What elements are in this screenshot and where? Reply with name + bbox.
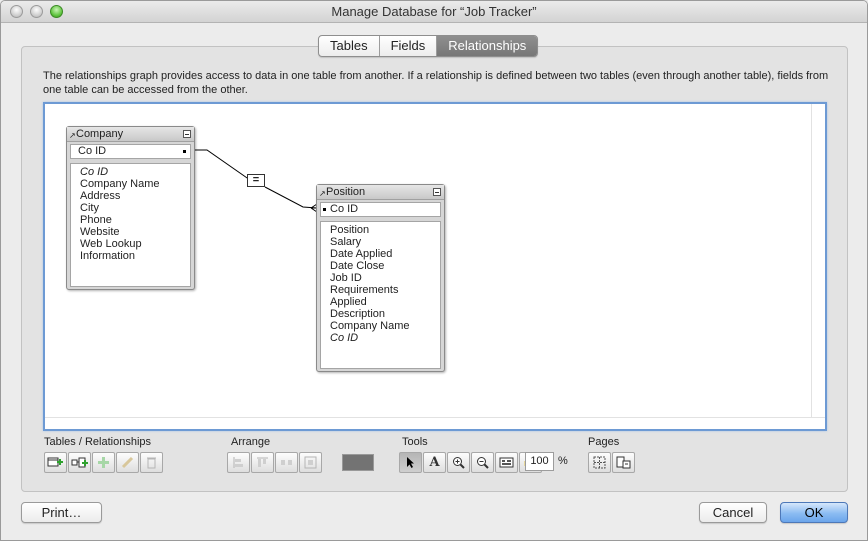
tables-relationships-label: Tables / Relationships xyxy=(44,436,152,448)
table-header[interactable]: ↗ Company xyxy=(67,127,194,142)
zoom-in-button[interactable] xyxy=(447,452,470,473)
field-item[interactable]: Co ID xyxy=(330,332,440,344)
relationships-description: The relationships graph provides access … xyxy=(43,70,829,96)
page-view-button[interactable] xyxy=(495,452,518,473)
zoom-percent-label: % xyxy=(558,455,568,467)
field-item[interactable]: City xyxy=(80,202,190,214)
field-item[interactable]: Position xyxy=(330,224,440,236)
page-setup-button[interactable] xyxy=(612,452,635,473)
tab-bar: Tables Fields Relationships xyxy=(318,35,539,57)
field-item[interactable]: Applied xyxy=(330,296,440,308)
distribute-icon xyxy=(281,460,292,465)
field-list[interactable]: Position Salary Date Applied Date Close … xyxy=(320,221,441,369)
page-setup-icon xyxy=(616,456,631,469)
field-item[interactable]: Description xyxy=(330,308,440,320)
arrange-label: Arrange xyxy=(231,436,271,448)
tools-label: Tools xyxy=(402,436,428,448)
arrow-icon: ↗ xyxy=(319,189,326,198)
table-header[interactable]: ↗ Position xyxy=(317,185,444,200)
field-item[interactable]: Phone xyxy=(80,214,190,226)
tab-relationships[interactable]: Relationships xyxy=(437,36,538,56)
field-item[interactable]: Job ID xyxy=(330,272,440,284)
duplicate-button[interactable] xyxy=(92,452,115,473)
table-occurrence-company[interactable]: ↗ Company Co ID Co ID Company Name Addre… xyxy=(66,126,195,290)
page-grid-button[interactable] xyxy=(588,452,611,473)
field-item[interactable]: Salary xyxy=(330,236,440,248)
print-button[interactable]: Print… xyxy=(21,502,102,523)
field-item[interactable]: Company Name xyxy=(80,178,190,190)
manage-database-window: Manage Database for “Job Tracker” Tables… xyxy=(0,0,868,541)
key-field-label: Co ID xyxy=(330,203,359,215)
distribute-button[interactable] xyxy=(275,452,298,473)
zoom-out-icon xyxy=(477,457,489,469)
pencil-icon xyxy=(121,456,134,469)
tab-tables[interactable]: Tables xyxy=(319,36,380,56)
edit-button[interactable] xyxy=(116,452,139,473)
zoom-out-button[interactable] xyxy=(471,452,494,473)
pages-toolbar xyxy=(588,452,635,473)
equals-operator: = xyxy=(252,174,260,186)
key-field-row[interactable]: Co ID xyxy=(320,202,441,217)
field-item[interactable]: Address xyxy=(80,190,190,202)
relationship-line-position xyxy=(264,186,318,209)
field-item[interactable]: Date Close xyxy=(330,260,440,272)
field-item[interactable]: Information xyxy=(80,250,190,262)
tools-toolbar: A xyxy=(399,452,542,473)
align-left-icon xyxy=(233,457,243,468)
ok-button[interactable]: OK xyxy=(780,502,848,523)
table-name: Position xyxy=(326,186,366,198)
add-table-icon xyxy=(47,457,63,467)
field-item[interactable]: Co ID xyxy=(80,166,190,178)
field-item[interactable]: Requirements xyxy=(330,284,440,296)
field-list[interactable]: Co ID Company Name Address City Phone We… xyxy=(70,163,191,287)
pointer-icon xyxy=(407,457,414,468)
relationships-graph[interactable]: = ↗ Company Co ID Co ID Company Name Add… xyxy=(43,102,827,431)
collapse-icon[interactable] xyxy=(183,130,191,138)
delete-button[interactable] xyxy=(140,452,163,473)
text-tool-icon: A xyxy=(429,455,440,470)
pages-label: Pages xyxy=(588,436,620,448)
connector-dot-icon xyxy=(183,150,186,153)
resize-icon xyxy=(304,456,317,469)
trash-icon xyxy=(147,457,156,469)
key-field-row[interactable]: Co ID xyxy=(70,144,191,159)
table-name: Company xyxy=(76,128,124,140)
align-top-icon xyxy=(257,457,268,467)
arrow-icon: ↗ xyxy=(69,131,76,140)
collapse-icon[interactable] xyxy=(433,188,441,196)
cancel-button[interactable]: Cancel xyxy=(699,502,767,523)
field-item[interactable]: Company Name xyxy=(330,320,440,332)
field-item[interactable]: Web Lookup xyxy=(80,238,190,250)
add-table-button[interactable] xyxy=(44,452,67,473)
page-view-icon xyxy=(499,457,514,468)
align-left-button[interactable] xyxy=(227,452,250,473)
relationship-line-company xyxy=(195,149,251,181)
window-title: Manage Database for “Job Tracker” xyxy=(331,4,537,19)
duplicate-icon xyxy=(98,457,109,468)
tables-relationships-toolbar xyxy=(44,452,163,473)
add-relationship-button[interactable] xyxy=(68,452,91,473)
zoom-level-field[interactable]: 100 xyxy=(525,452,554,471)
key-field-label: Co ID xyxy=(78,145,107,157)
add-relationship-icon xyxy=(71,457,88,468)
arrange-toolbar xyxy=(227,452,322,473)
align-top-button[interactable] xyxy=(251,452,274,473)
page-grid-icon xyxy=(593,456,606,469)
field-item[interactable]: Website xyxy=(80,226,190,238)
pointer-tool-button[interactable] xyxy=(399,452,422,473)
zoom-in-icon xyxy=(453,457,465,469)
resize-button[interactable] xyxy=(299,452,322,473)
connector-dot-icon xyxy=(323,208,326,211)
title-bar[interactable]: Manage Database for “Job Tracker” xyxy=(1,1,867,23)
tab-fields[interactable]: Fields xyxy=(380,36,438,56)
relationship-operator-box[interactable]: = xyxy=(247,174,265,187)
field-item[interactable]: Date Applied xyxy=(330,248,440,260)
table-occurrence-position[interactable]: ↗ Position Co ID Position Salary Date Ap… xyxy=(316,184,445,372)
text-tool-button[interactable]: A xyxy=(423,452,446,473)
color-swatch[interactable] xyxy=(342,454,374,471)
